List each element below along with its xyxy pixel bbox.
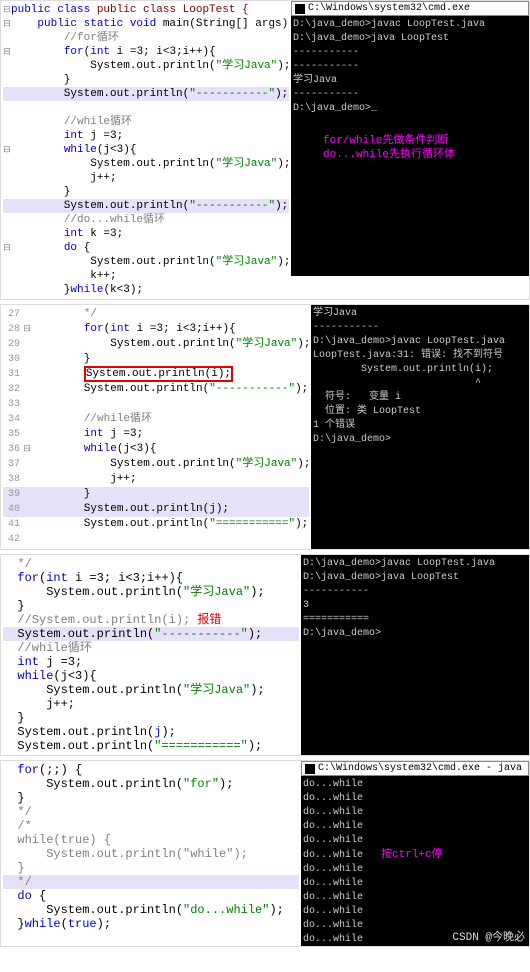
console-line: D:\java_demo>javac LoopTest.java	[293, 18, 527, 32]
console-wrap-4: C:\Windows\system32\cmd.exe - java do...…	[301, 761, 529, 946]
annotation-do-while: do...while先执行循环体	[293, 148, 527, 162]
panel-2: 27 */ 28⊟ for(int i =3; i<3;i++){ 29 Sys…	[0, 304, 530, 550]
code-editor-1[interactable]: ⊟public class public class LoopTest { ⊟ …	[1, 1, 291, 299]
code-line: public class LoopTest {	[97, 4, 249, 16]
code-editor-2[interactable]: 27 */ 28⊟ for(int i =3; i<3;i++){ 29 Sys…	[1, 305, 311, 549]
watermark: CSDN @今晚必	[452, 928, 525, 944]
console-1[interactable]: D:\java_demo>javac LoopTest.java D:\java…	[291, 16, 529, 276]
console-title-4: C:\Windows\system32\cmd.exe - java	[301, 761, 529, 776]
console-3[interactable]: D:\java_demo>javac LoopTest.java D:\java…	[301, 555, 529, 755]
cmd-icon	[305, 764, 315, 774]
comment: //for循环	[64, 32, 119, 44]
code-editor-3[interactable]: */ for(int i =3; i<3;i++){ System.out.pr…	[1, 555, 301, 755]
error-highlight: System.out.println(i);	[84, 366, 233, 382]
error-label: 报错	[190, 613, 221, 627]
code-editor-4[interactable]: for(;;) { System.out.println("for"); } *…	[1, 761, 301, 946]
annotation-ctrl-c: 按ctrl+c停	[381, 849, 443, 861]
panel-3: */ for(int i =3; i<3;i++){ System.out.pr…	[0, 554, 530, 756]
cmd-icon	[295, 4, 305, 14]
panel-1: ⊟public class public class LoopTest { ⊟ …	[0, 0, 530, 300]
panel-4: for(;;) { System.out.println("for"); } *…	[0, 760, 530, 947]
console-title-1: C:\Windows\system32\cmd.exe	[291, 1, 529, 16]
annotation-for-while: for/while先做条件判断	[293, 134, 527, 148]
console-4[interactable]: do...while do...while do...while do...wh…	[301, 776, 529, 946]
console-wrap-1: C:\Windows\system32\cmd.exe D:\java_demo…	[291, 1, 529, 299]
console-2[interactable]: 学习Java ----------- D:\java_demo>javac Lo…	[311, 305, 529, 549]
